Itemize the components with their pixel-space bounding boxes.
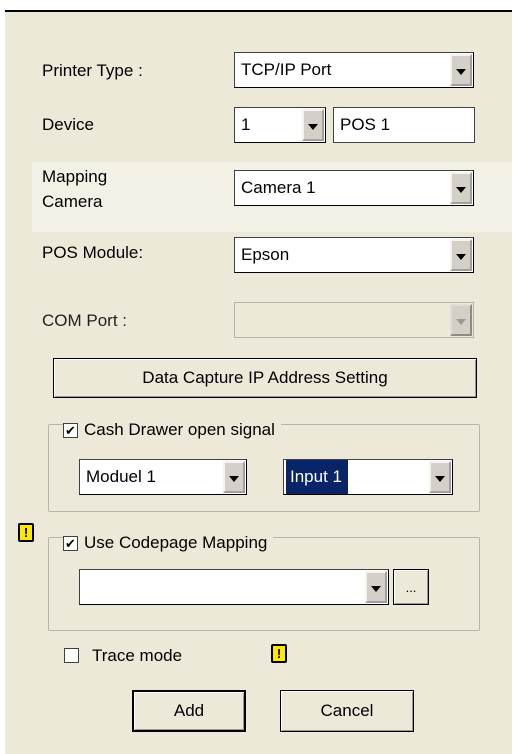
mapping-camera-select[interactable]: Camera 1 [234, 170, 474, 206]
mapping-camera-label-line1: Mapping [42, 167, 108, 186]
chevron-down-icon [456, 186, 466, 193]
trace-mode-warning-icon: ! [271, 644, 287, 663]
mapping-camera-dropdown-button[interactable] [450, 172, 472, 204]
chevron-down-icon [308, 123, 318, 130]
cash-drawer-module-select[interactable]: Moduel 1 [79, 459, 247, 495]
pos-settings-dialog: Printer Type : TCP/IP Port Device 1 POS … [5, 10, 512, 754]
pos-module-select[interactable]: Epson [234, 237, 474, 273]
pos-module-dropdown-button[interactable] [450, 239, 472, 271]
printer-type-select[interactable]: TCP/IP Port [234, 52, 474, 88]
codepage-warning-icon: ! [18, 523, 34, 542]
device-name-input[interactable]: POS 1 [333, 107, 475, 143]
com-port-select[interactable] [234, 302, 474, 338]
cash-drawer-label: Cash Drawer open signal [84, 420, 275, 439]
cash-drawer-input-value: Input 1 [286, 460, 348, 494]
pos-module-label: POS Module: [42, 243, 144, 262]
data-capture-ip-button[interactable]: Data Capture IP Address Setting [53, 358, 477, 398]
chevron-down-icon [456, 318, 466, 325]
codepage-label: Use Codepage Mapping [84, 533, 268, 552]
device-number-value: 1 [241, 115, 251, 134]
trace-mode-label: Trace mode [92, 646, 183, 665]
trace-mode-checkbox[interactable] [64, 648, 79, 663]
cash-drawer-module-dropdown-button[interactable] [223, 461, 245, 493]
device-number-select[interactable]: 1 [234, 107, 326, 143]
chevron-down-icon [435, 475, 445, 482]
cash-drawer-input-select[interactable]: Input 1 [283, 459, 453, 495]
codepage-browse-button[interactable]: ... [393, 569, 429, 605]
printer-type-dropdown-button[interactable] [450, 54, 472, 86]
cancel-button[interactable]: Cancel [280, 690, 414, 732]
device-number-dropdown-button[interactable] [302, 109, 324, 141]
com-port-dropdown-button[interactable] [450, 304, 472, 336]
com-port-label: COM Port : [42, 311, 128, 330]
cash-drawer-module-value: Moduel 1 [86, 467, 156, 486]
pos-module-value: Epson [241, 245, 290, 264]
cash-drawer-caption: ✔ Cash Drawer open signal [63, 418, 281, 442]
codepage-dropdown-button[interactable] [365, 571, 387, 603]
codepage-caption: ✔ Use Codepage Mapping [63, 531, 274, 555]
cash-drawer-input-dropdown-button[interactable] [429, 461, 451, 493]
mapping-camera-value: Camera 1 [241, 178, 316, 197]
codepage-select[interactable] [79, 569, 389, 605]
printer-type-label: Printer Type : [42, 61, 143, 80]
device-label: Device [42, 115, 94, 134]
printer-type-value: TCP/IP Port [241, 60, 332, 79]
chevron-down-icon [229, 475, 239, 482]
mapping-camera-label-line2: Camera [42, 192, 103, 211]
cash-drawer-checkbox[interactable]: ✔ [63, 422, 78, 438]
chevron-down-icon [456, 253, 466, 260]
add-button[interactable]: Add [132, 690, 246, 732]
chevron-down-icon [371, 585, 381, 592]
chevron-down-icon [456, 68, 466, 75]
codepage-checkbox[interactable]: ✔ [63, 535, 78, 551]
